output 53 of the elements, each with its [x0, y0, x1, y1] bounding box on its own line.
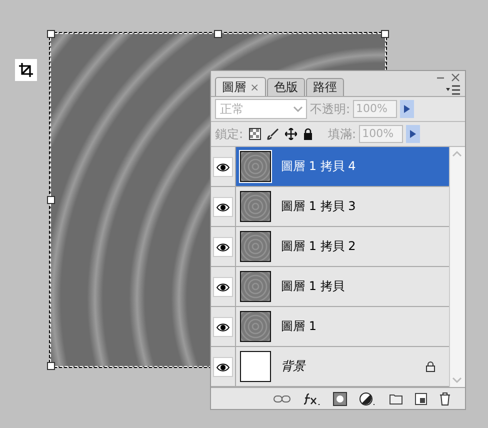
layer-row[interactable]: 背景 — [235, 347, 449, 386]
trash-icon[interactable] — [439, 392, 451, 406]
eye-icon — [216, 282, 230, 292]
lock-icon[interactable] — [303, 128, 314, 140]
link-icon[interactable] — [273, 394, 291, 402]
layer-thumbnail — [240, 311, 271, 342]
eye-icon — [216, 202, 230, 212]
fill-label: 填滿: — [328, 126, 356, 142]
triangle-right-icon — [410, 130, 416, 138]
lock-label: 鎖定: — [215, 126, 244, 142]
layer-thumbnail — [240, 191, 271, 222]
layer-thumbnail — [240, 271, 271, 302]
panel-tab[interactable]: 色版 — [267, 78, 306, 96]
visibility-toggle[interactable] — [213, 277, 233, 297]
eye-icon — [216, 322, 230, 332]
layer-row[interactable]: 圖層 1 拷貝 — [235, 267, 449, 306]
eye-icon — [216, 242, 230, 252]
opacity-label: 不透明: — [310, 100, 350, 118]
chevron-down-icon — [293, 106, 303, 112]
layer-row[interactable]: 圖層 1 — [235, 307, 449, 346]
layer-style-icon[interactable] — [303, 392, 321, 406]
layer-row[interactable]: 圖層 1 拷貝 4 — [235, 147, 449, 186]
layer-thumbnail — [240, 351, 271, 382]
visibility-toggle[interactable] — [213, 357, 233, 377]
crop-icon[interactable] — [15, 59, 37, 81]
layer-thumbnail — [240, 231, 271, 262]
move-icon[interactable] — [285, 128, 298, 140]
panel-tab[interactable]: 路徑 — [306, 78, 344, 96]
new-layer-icon[interactable] — [415, 392, 427, 404]
crop-handle[interactable] — [47, 196, 55, 204]
visibility-toggle[interactable] — [213, 237, 233, 257]
layer-row[interactable]: 圖層 1 拷貝 2 — [235, 227, 449, 266]
minimize-close-icon[interactable] — [435, 73, 461, 83]
crop-handle[interactable] — [47, 30, 55, 38]
visibility-toggle[interactable] — [213, 317, 233, 337]
mask-icon[interactable] — [333, 392, 347, 406]
fill-slider-button[interactable] — [406, 125, 420, 143]
crop-handle[interactable] — [381, 30, 389, 38]
visibility-toggle[interactable] — [213, 197, 233, 217]
eye-icon — [216, 362, 230, 372]
crop-handle[interactable] — [47, 362, 55, 370]
crop-handle[interactable] — [214, 30, 222, 38]
opacity-slider-button[interactable] — [400, 100, 414, 118]
eye-icon — [216, 162, 230, 172]
visibility-toggle[interactable] — [213, 157, 233, 177]
triangle-right-icon — [404, 105, 410, 113]
brush-icon[interactable] — [267, 128, 280, 140]
lock-transparency-icon[interactable] — [249, 128, 262, 140]
layer-row[interactable]: 圖層 1 拷貝 3 — [235, 187, 449, 226]
menu-icon[interactable] — [445, 85, 461, 95]
layer-thumbnail — [240, 151, 271, 182]
folder-icon[interactable] — [389, 392, 403, 404]
panel-tab[interactable]: 圖層 × — [215, 77, 266, 96]
